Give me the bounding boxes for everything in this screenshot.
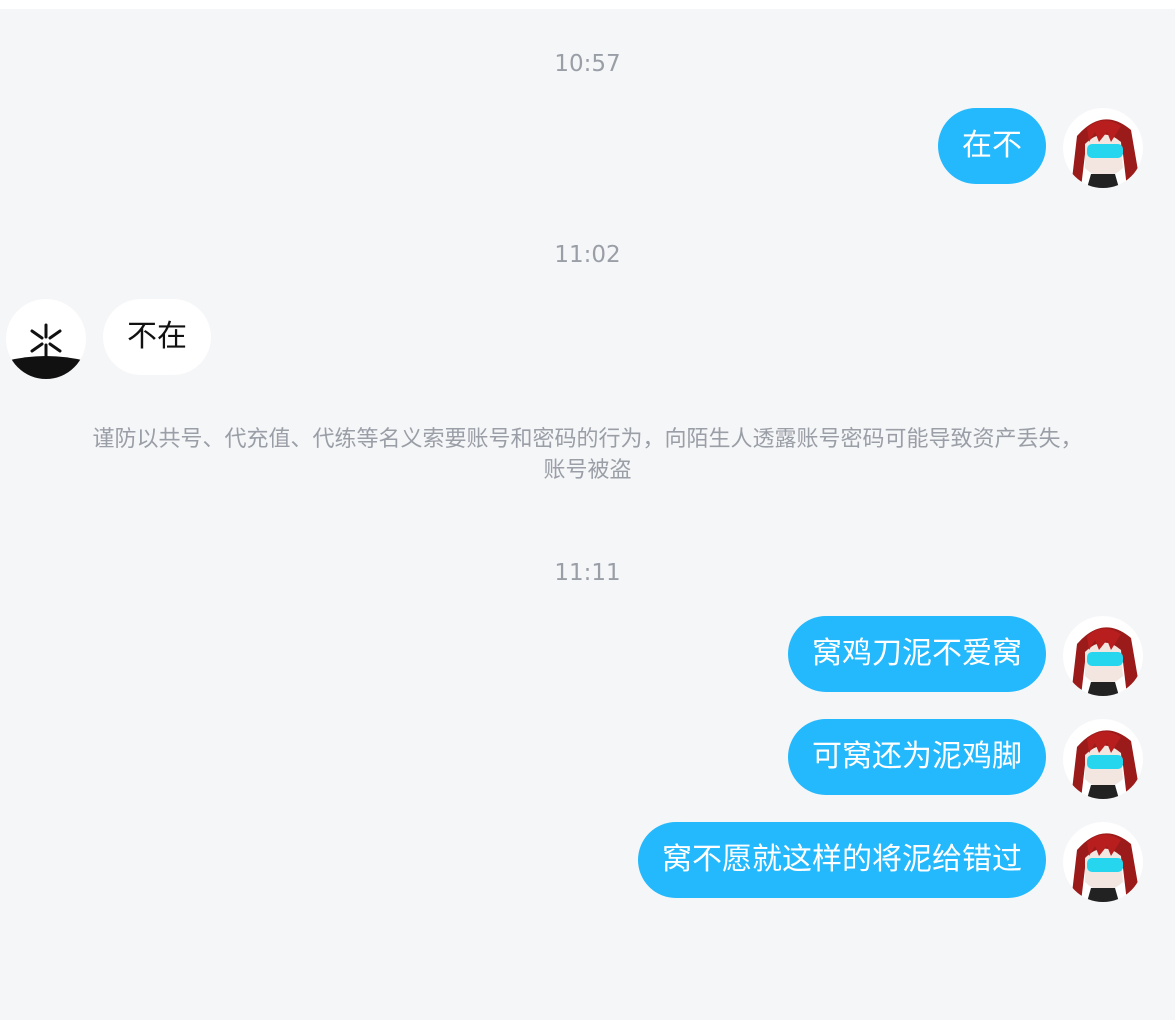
message-bubble-outgoing[interactable]: 窝鸡刀泥不爱窝: [788, 616, 1046, 692]
security-notice-line: 谨防以共号、代充值、代练等名义索要账号和密码的行为，向陌生人透露账号密码可能导致…: [92, 427, 1083, 452]
message-bubble-outgoing[interactable]: 在不: [938, 108, 1046, 184]
my-avatar[interactable]: [1063, 719, 1143, 799]
message-bubble-outgoing[interactable]: 窝不愿就这样的将泥给错过: [638, 822, 1046, 898]
anime-avatar-icon: [1063, 108, 1143, 188]
security-notice: 谨防以共号、代充值、代练等名义索要账号和密码的行为，向陌生人透露账号密码可能导致…: [20, 424, 1155, 486]
timestamp: 10:57: [554, 51, 621, 77]
message-bubble-incoming[interactable]: 不在: [103, 299, 211, 375]
message-bubble-outgoing[interactable]: 可窝还为泥鸡脚: [788, 719, 1046, 795]
my-avatar[interactable]: [1063, 108, 1143, 188]
peer-avatar[interactable]: [6, 299, 86, 379]
timestamp: 11:11: [554, 560, 621, 586]
asterisk-flower-icon: [6, 299, 86, 379]
anime-avatar-icon: [1063, 616, 1143, 696]
security-notice-line: 账号被盗: [543, 458, 632, 483]
timestamp: 11:02: [554, 242, 621, 268]
my-avatar[interactable]: [1063, 616, 1143, 696]
anime-avatar-icon: [1063, 719, 1143, 799]
my-avatar[interactable]: [1063, 822, 1143, 902]
top-bar: [0, 0, 1175, 9]
anime-avatar-icon: [1063, 822, 1143, 902]
